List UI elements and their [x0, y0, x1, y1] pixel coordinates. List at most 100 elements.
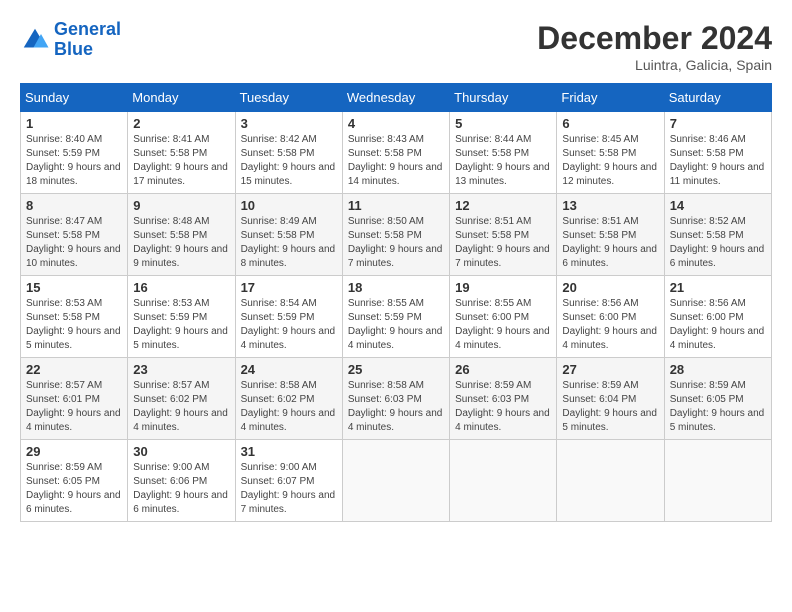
day-number: 16	[133, 280, 229, 295]
day-info: Sunrise: 8:55 AMSunset: 5:59 PMDaylight:…	[348, 297, 444, 353]
day-info: Sunrise: 8:57 AMSunset: 6:02 PMDaylight:…	[133, 379, 229, 435]
calendar-cell: 1Sunrise: 8:40 AMSunset: 5:59 PMDaylight…	[21, 112, 128, 194]
logo-text: General Blue	[54, 20, 121, 60]
day-number: 19	[455, 280, 551, 295]
day-number: 2	[133, 116, 229, 131]
day-info: Sunrise: 8:44 AMSunset: 5:58 PMDaylight:…	[455, 133, 551, 189]
calendar-cell	[664, 440, 771, 522]
calendar-cell: 5 Sunrise: 8:44 AMSunset: 5:58 PMDaylight…	[450, 112, 557, 194]
day-info: Sunrise: 8:56 AMSunset: 6:00 PMDaylight:…	[562, 297, 658, 353]
day-info: Sunrise: 8:53 AMSunset: 5:59 PMDaylight:…	[133, 297, 229, 353]
day-number: 5	[455, 116, 551, 131]
calendar-cell: 11 Sunrise: 8:50 AMSunset: 5:58 PMDayligh…	[342, 194, 449, 276]
day-number: 12	[455, 198, 551, 213]
calendar-cell: 21 Sunrise: 8:56 AMSunset: 6:00 PMDayligh…	[664, 276, 771, 358]
day-number: 11	[348, 198, 444, 213]
calendar-cell: 22 Sunrise: 8:57 AMSunset: 6:01 PMDayligh…	[21, 358, 128, 440]
day-info: Sunrise: 8:51 AMSunset: 5:58 PMDaylight:…	[455, 215, 551, 271]
day-number: 13	[562, 198, 658, 213]
day-number: 7	[670, 116, 766, 131]
day-number: 8	[26, 198, 122, 213]
calendar-cell: 13 Sunrise: 8:51 AMSunset: 5:58 PMDayligh…	[557, 194, 664, 276]
calendar-cell: 14 Sunrise: 8:52 AMSunset: 5:58 PMDayligh…	[664, 194, 771, 276]
day-number: 20	[562, 280, 658, 295]
calendar-cell: 23Sunrise: 8:57 AMSunset: 6:02 PMDayligh…	[128, 358, 235, 440]
calendar-cell	[342, 440, 449, 522]
day-info: Sunrise: 8:43 AMSunset: 5:58 PMDaylight:…	[348, 133, 444, 189]
day-number: 25	[348, 362, 444, 377]
calendar-cell	[450, 440, 557, 522]
day-number: 3	[241, 116, 337, 131]
day-number: 6	[562, 116, 658, 131]
day-info: Sunrise: 9:00 AMSunset: 6:06 PMDaylight:…	[133, 461, 229, 517]
calendar-cell: 6 Sunrise: 8:45 AMSunset: 5:58 PMDaylight…	[557, 112, 664, 194]
calendar-cell: 3 Sunrise: 8:42 AMSunset: 5:58 PMDaylight…	[235, 112, 342, 194]
calendar-cell: 15 Sunrise: 8:53 AMSunset: 5:58 PMDayligh…	[21, 276, 128, 358]
calendar-week-row: 15 Sunrise: 8:53 AMSunset: 5:58 PMDayligh…	[21, 276, 772, 358]
day-number: 14	[670, 198, 766, 213]
day-info: Sunrise: 8:59 AMSunset: 6:04 PMDaylight:…	[562, 379, 658, 435]
weekday-header-row: SundayMondayTuesdayWednesdayThursdayFrid…	[21, 84, 772, 112]
calendar-cell: 30 Sunrise: 9:00 AMSunset: 6:06 PMDayligh…	[128, 440, 235, 522]
day-info: Sunrise: 9:00 AMSunset: 6:07 PMDaylight:…	[241, 461, 337, 517]
calendar-cell: 8 Sunrise: 8:47 AMSunset: 5:58 PMDaylight…	[21, 194, 128, 276]
day-info: Sunrise: 8:56 AMSunset: 6:00 PMDaylight:…	[670, 297, 766, 353]
day-number: 26	[455, 362, 551, 377]
month-title: December 2024	[537, 20, 772, 57]
day-info: Sunrise: 8:53 AMSunset: 5:58 PMDaylight:…	[26, 297, 122, 353]
day-info: Sunrise: 8:50 AMSunset: 5:58 PMDaylight:…	[348, 215, 444, 271]
calendar-cell: 7 Sunrise: 8:46 AMSunset: 5:58 PMDaylight…	[664, 112, 771, 194]
day-info: Sunrise: 8:54 AMSunset: 5:59 PMDaylight:…	[241, 297, 337, 353]
weekday-header-cell: Monday	[128, 84, 235, 112]
calendar-week-row: 22 Sunrise: 8:57 AMSunset: 6:01 PMDayligh…	[21, 358, 772, 440]
day-info: Sunrise: 8:42 AMSunset: 5:58 PMDaylight:…	[241, 133, 337, 189]
day-number: 18	[348, 280, 444, 295]
day-number: 15	[26, 280, 122, 295]
day-number: 17	[241, 280, 337, 295]
calendar-week-row: 1Sunrise: 8:40 AMSunset: 5:59 PMDaylight…	[21, 112, 772, 194]
day-info: Sunrise: 8:58 AMSunset: 6:03 PMDaylight:…	[348, 379, 444, 435]
day-number: 27	[562, 362, 658, 377]
calendar-cell: 2Sunrise: 8:41 AMSunset: 5:58 PMDaylight…	[128, 112, 235, 194]
calendar-week-row: 8 Sunrise: 8:47 AMSunset: 5:58 PMDaylight…	[21, 194, 772, 276]
day-info: Sunrise: 8:45 AMSunset: 5:58 PMDaylight:…	[562, 133, 658, 189]
day-info: Sunrise: 8:48 AMSunset: 5:58 PMDaylight:…	[133, 215, 229, 271]
day-number: 1	[26, 116, 122, 131]
day-info: Sunrise: 8:57 AMSunset: 6:01 PMDaylight:…	[26, 379, 122, 435]
day-number: 31	[241, 444, 337, 459]
weekday-header-cell: Tuesday	[235, 84, 342, 112]
page-header: General Blue December 2024 Luintra, Gali…	[20, 20, 772, 73]
calendar-cell: 4Sunrise: 8:43 AMSunset: 5:58 PMDaylight…	[342, 112, 449, 194]
calendar-cell: 10 Sunrise: 8:49 AMSunset: 5:58 PMDayligh…	[235, 194, 342, 276]
location: Luintra, Galicia, Spain	[537, 57, 772, 73]
logo: General Blue	[20, 20, 121, 60]
day-info: Sunrise: 8:59 AMSunset: 6:03 PMDaylight:…	[455, 379, 551, 435]
calendar-body: 1Sunrise: 8:40 AMSunset: 5:59 PMDaylight…	[21, 112, 772, 522]
calendar-cell: 12 Sunrise: 8:51 AMSunset: 5:58 PMDayligh…	[450, 194, 557, 276]
day-number: 30	[133, 444, 229, 459]
day-number: 21	[670, 280, 766, 295]
calendar-week-row: 29Sunrise: 8:59 AMSunset: 6:05 PMDayligh…	[21, 440, 772, 522]
day-info: Sunrise: 8:52 AMSunset: 5:58 PMDaylight:…	[670, 215, 766, 271]
calendar-cell: 20 Sunrise: 8:56 AMSunset: 6:00 PMDayligh…	[557, 276, 664, 358]
day-number: 9	[133, 198, 229, 213]
calendar-cell	[557, 440, 664, 522]
calendar-cell: 16 Sunrise: 8:53 AMSunset: 5:59 PMDayligh…	[128, 276, 235, 358]
calendar-cell: 29Sunrise: 8:59 AMSunset: 6:05 PMDayligh…	[21, 440, 128, 522]
day-number: 24	[241, 362, 337, 377]
day-number: 10	[241, 198, 337, 213]
calendar-cell: 17 Sunrise: 8:54 AMSunset: 5:59 PMDayligh…	[235, 276, 342, 358]
day-info: Sunrise: 8:49 AMSunset: 5:58 PMDaylight:…	[241, 215, 337, 271]
day-number: 22	[26, 362, 122, 377]
calendar-cell: 27 Sunrise: 8:59 AMSunset: 6:04 PMDayligh…	[557, 358, 664, 440]
day-info: Sunrise: 8:46 AMSunset: 5:58 PMDaylight:…	[670, 133, 766, 189]
day-info: Sunrise: 8:58 AMSunset: 6:02 PMDaylight:…	[241, 379, 337, 435]
day-info: Sunrise: 8:51 AMSunset: 5:58 PMDaylight:…	[562, 215, 658, 271]
title-area: December 2024 Luintra, Galicia, Spain	[537, 20, 772, 73]
calendar-cell: 26 Sunrise: 8:59 AMSunset: 6:03 PMDayligh…	[450, 358, 557, 440]
day-info: Sunrise: 8:47 AMSunset: 5:58 PMDaylight:…	[26, 215, 122, 271]
weekday-header-cell: Saturday	[664, 84, 771, 112]
calendar: SundayMondayTuesdayWednesdayThursdayFrid…	[20, 83, 772, 522]
weekday-header-cell: Sunday	[21, 84, 128, 112]
calendar-cell: 19Sunrise: 8:55 AMSunset: 6:00 PMDayligh…	[450, 276, 557, 358]
